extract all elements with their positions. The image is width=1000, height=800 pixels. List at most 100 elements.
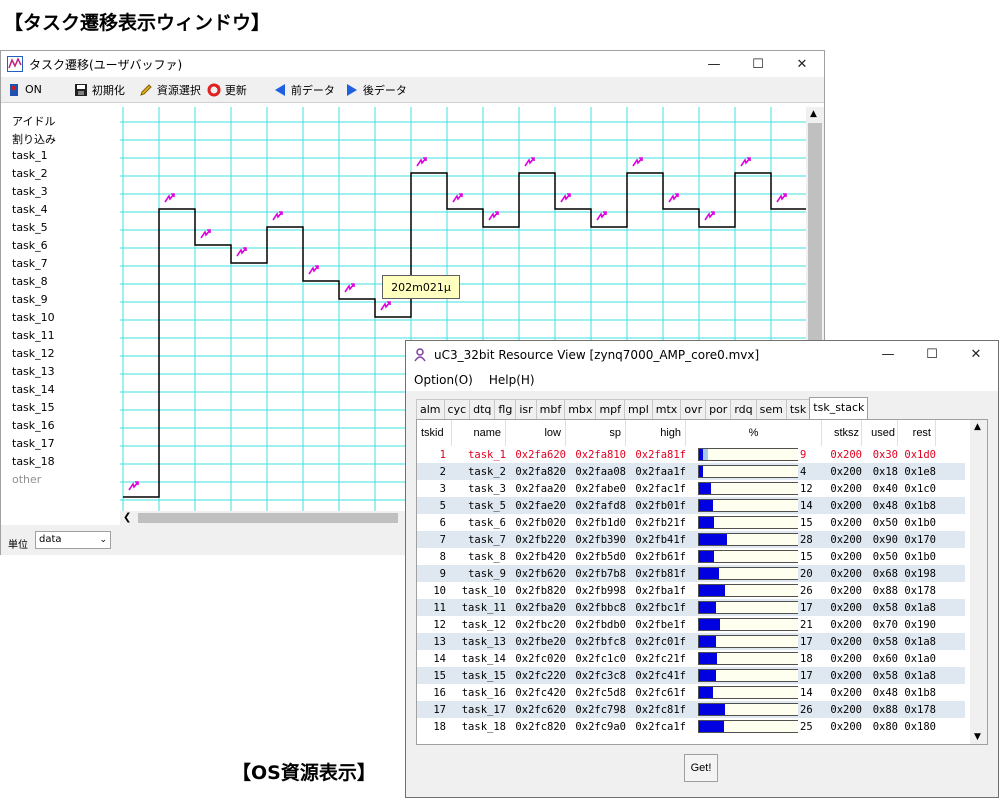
table-row[interactable]: 3 task_3 0x2faa20 0x2fabe0 0x2fac1f 12 0x200 0x…	[417, 480, 965, 497]
menu-option[interactable]: Option(O)	[414, 373, 473, 387]
table-row[interactable]: 14 task_14 0x2fc020 0x2fc1c0 0x2fc21f 18 0x200…	[417, 650, 965, 667]
unit-select[interactable]: data ⌄	[35, 531, 111, 549]
task-label: task_11	[12, 329, 55, 342]
usage-bar-cell	[686, 600, 798, 615]
tab-mtx[interactable]: mtx	[651, 399, 682, 419]
minimize-button[interactable]: —	[866, 341, 910, 367]
tab-rdq[interactable]: rdq	[730, 399, 757, 419]
task-switch-marker[interactable]	[524, 157, 535, 167]
col-rest[interactable]: rest	[898, 420, 936, 446]
tab-alm[interactable]: alm	[416, 399, 445, 419]
tab-flg[interactable]: flg	[494, 399, 517, 419]
col-stksz[interactable]: stksz	[822, 420, 862, 446]
menu-help[interactable]: Help(H)	[489, 373, 535, 387]
cell-high: 0x2fc81f	[635, 703, 686, 716]
task-switch-marker[interactable]	[776, 193, 787, 203]
task-switch-marker[interactable]	[452, 193, 463, 203]
tab-tsk[interactable]: tsk	[785, 399, 811, 419]
col-sp[interactable]: sp	[566, 420, 626, 446]
tab-mbf[interactable]: mbf	[535, 399, 566, 419]
table-row[interactable]: 6 task_6 0x2fb020 0x2fb1d0 0x2fb21f 15 0x200 0x…	[417, 514, 965, 531]
close-button[interactable]: ✕	[780, 51, 824, 77]
table-row[interactable]: 8 task_8 0x2fb420 0x2fb5d0 0x2fb61f 15 0x200 0x…	[417, 548, 965, 565]
usage-bar-cell	[686, 532, 798, 547]
task-switch-marker[interactable]	[740, 157, 751, 167]
task-switch-marker[interactable]	[344, 283, 355, 293]
table-row[interactable]: 11 task_11 0x2fba20 0x2fbbc8 0x2fbc1f 17 0x200…	[417, 599, 965, 616]
col-percent[interactable]: %	[686, 420, 822, 446]
tab-mpf[interactable]: mpf	[595, 399, 626, 419]
get-button[interactable]: Get!	[684, 754, 718, 782]
cell-low: 0x2fa620	[515, 448, 566, 461]
usage-bar-track	[698, 482, 798, 495]
init-button[interactable]: 初期化	[74, 82, 125, 98]
resource-select-button[interactable]: 資源選択	[139, 82, 201, 98]
col-low[interactable]: low	[506, 420, 566, 446]
table-row[interactable]: 18 task_18 0x2fc820 0x2fc9a0 0x2fca1f 25 0x200…	[417, 718, 965, 735]
task-switch-marker[interactable]	[416, 157, 427, 167]
task-switch-marker[interactable]	[380, 301, 391, 311]
scroll-up-icon[interactable]: ▲	[810, 109, 817, 119]
tab-por[interactable]: por	[705, 399, 732, 419]
task-switch-marker[interactable]	[560, 193, 571, 203]
cell-stksz: 0x200	[830, 669, 862, 682]
cell-used: 0x70	[872, 618, 898, 631]
cell-percent: 17	[800, 601, 813, 614]
task-label: 割り込み	[12, 133, 56, 146]
task-switch-marker[interactable]	[704, 211, 715, 221]
table-row[interactable]: 10 task_10 0x2fb820 0x2fb998 0x2fba1f 26 0x200…	[417, 582, 965, 599]
task-switch-marker[interactable]	[632, 157, 643, 167]
tab-tsk-stack[interactable]: tsk_stack	[809, 397, 869, 419]
cell-low: 0x2fb220	[515, 533, 566, 546]
tab-ovr[interactable]: ovr	[680, 399, 707, 419]
task-switch-marker[interactable]	[128, 481, 139, 491]
cell-stksz: 0x200	[830, 601, 862, 614]
table-row[interactable]: 12 task_12 0x2fbc20 0x2fbdb0 0x2fbe1f 21 0x200…	[417, 616, 965, 633]
on-button[interactable]: ON	[7, 83, 42, 97]
prev-data-button[interactable]: 前データ	[273, 82, 335, 98]
tab-mbx[interactable]: mbx	[564, 399, 597, 419]
close-button[interactable]: ✕	[954, 341, 998, 367]
table-row[interactable]: 5 task_5 0x2fae20 0x2fafd8 0x2fb01f 14 0x200 0x…	[417, 497, 965, 514]
hscroll-thumb[interactable]	[138, 513, 398, 523]
vertical-scrollbar[interactable]: ▲ ▼	[970, 420, 987, 744]
maximize-button[interactable]: ☐	[910, 341, 954, 367]
minimize-button[interactable]: —	[692, 51, 736, 77]
table-row[interactable]: 15 task_15 0x2fc220 0x2fc3c8 0x2fc41f 17 0x200…	[417, 667, 965, 684]
tab-dtq[interactable]: dtq	[469, 399, 496, 419]
col-used[interactable]: used	[862, 420, 898, 446]
task-switch-marker[interactable]	[200, 229, 211, 239]
task-switch-marker[interactable]	[596, 211, 607, 221]
table-row[interactable]: 16 task_16 0x2fc420 0x2fc5d8 0x2fc61f 14 0x200…	[417, 684, 965, 701]
table-row[interactable]: 2 task_2 0x2fa820 0x2faa08 0x2faa1f 4 0x200 0x1…	[417, 463, 965, 480]
cell-tskid: 15	[433, 669, 446, 682]
col-tskid[interactable]: tskid	[417, 420, 452, 446]
col-name[interactable]: name	[452, 420, 506, 446]
tab-sem[interactable]: sem	[755, 399, 787, 419]
refresh-button[interactable]: 更新	[207, 82, 247, 98]
maximize-button[interactable]: ☐	[736, 51, 780, 77]
table-row[interactable]: 17 task_17 0x2fc620 0x2fc798 0x2fc81f 26 0x200…	[417, 701, 965, 718]
cell-stksz: 0x200	[830, 448, 862, 461]
scroll-down-icon[interactable]: ▼	[974, 732, 981, 742]
task-switch-marker[interactable]	[272, 211, 283, 221]
scroll-left-icon[interactable]: ❮	[123, 511, 131, 525]
task-switch-marker[interactable]	[488, 211, 499, 221]
table-row[interactable]: 7 task_7 0x2fb220 0x2fb390 0x2fb41f 28 0x200 0x…	[417, 531, 965, 548]
col-high[interactable]: high	[626, 420, 686, 446]
task-switch-marker[interactable]	[308, 265, 319, 275]
table-row[interactable]: 1 task_1 0x2fa620 0x2fa810 0x2fa81f 9 0x200 0x3…	[417, 446, 965, 463]
table-row[interactable]: 9 task_9 0x2fb620 0x2fb7b8 0x2fb81f 20 0x200 0x…	[417, 565, 965, 582]
tab-cyc[interactable]: cyc	[443, 399, 471, 419]
task-switch-marker[interactable]	[236, 247, 247, 257]
tab-mpl[interactable]: mpl	[624, 399, 653, 419]
cell-sp: 0x2faa08	[575, 465, 626, 478]
task-switch-marker[interactable]	[668, 193, 679, 203]
next-data-button[interactable]: 後データ	[345, 82, 407, 98]
scroll-up-icon[interactable]: ▲	[974, 422, 981, 432]
task-switch-marker[interactable]	[164, 193, 175, 203]
tab-isr[interactable]: isr	[515, 399, 537, 419]
table-body: 1 task_1 0x2fa620 0x2fa810 0x2fa81f 9 0x200 0x3…	[417, 446, 965, 735]
cell-percent: 15	[800, 550, 813, 563]
table-row[interactable]: 13 task_13 0x2fbe20 0x2fbfc8 0x2fc01f 17 0x200…	[417, 633, 965, 650]
